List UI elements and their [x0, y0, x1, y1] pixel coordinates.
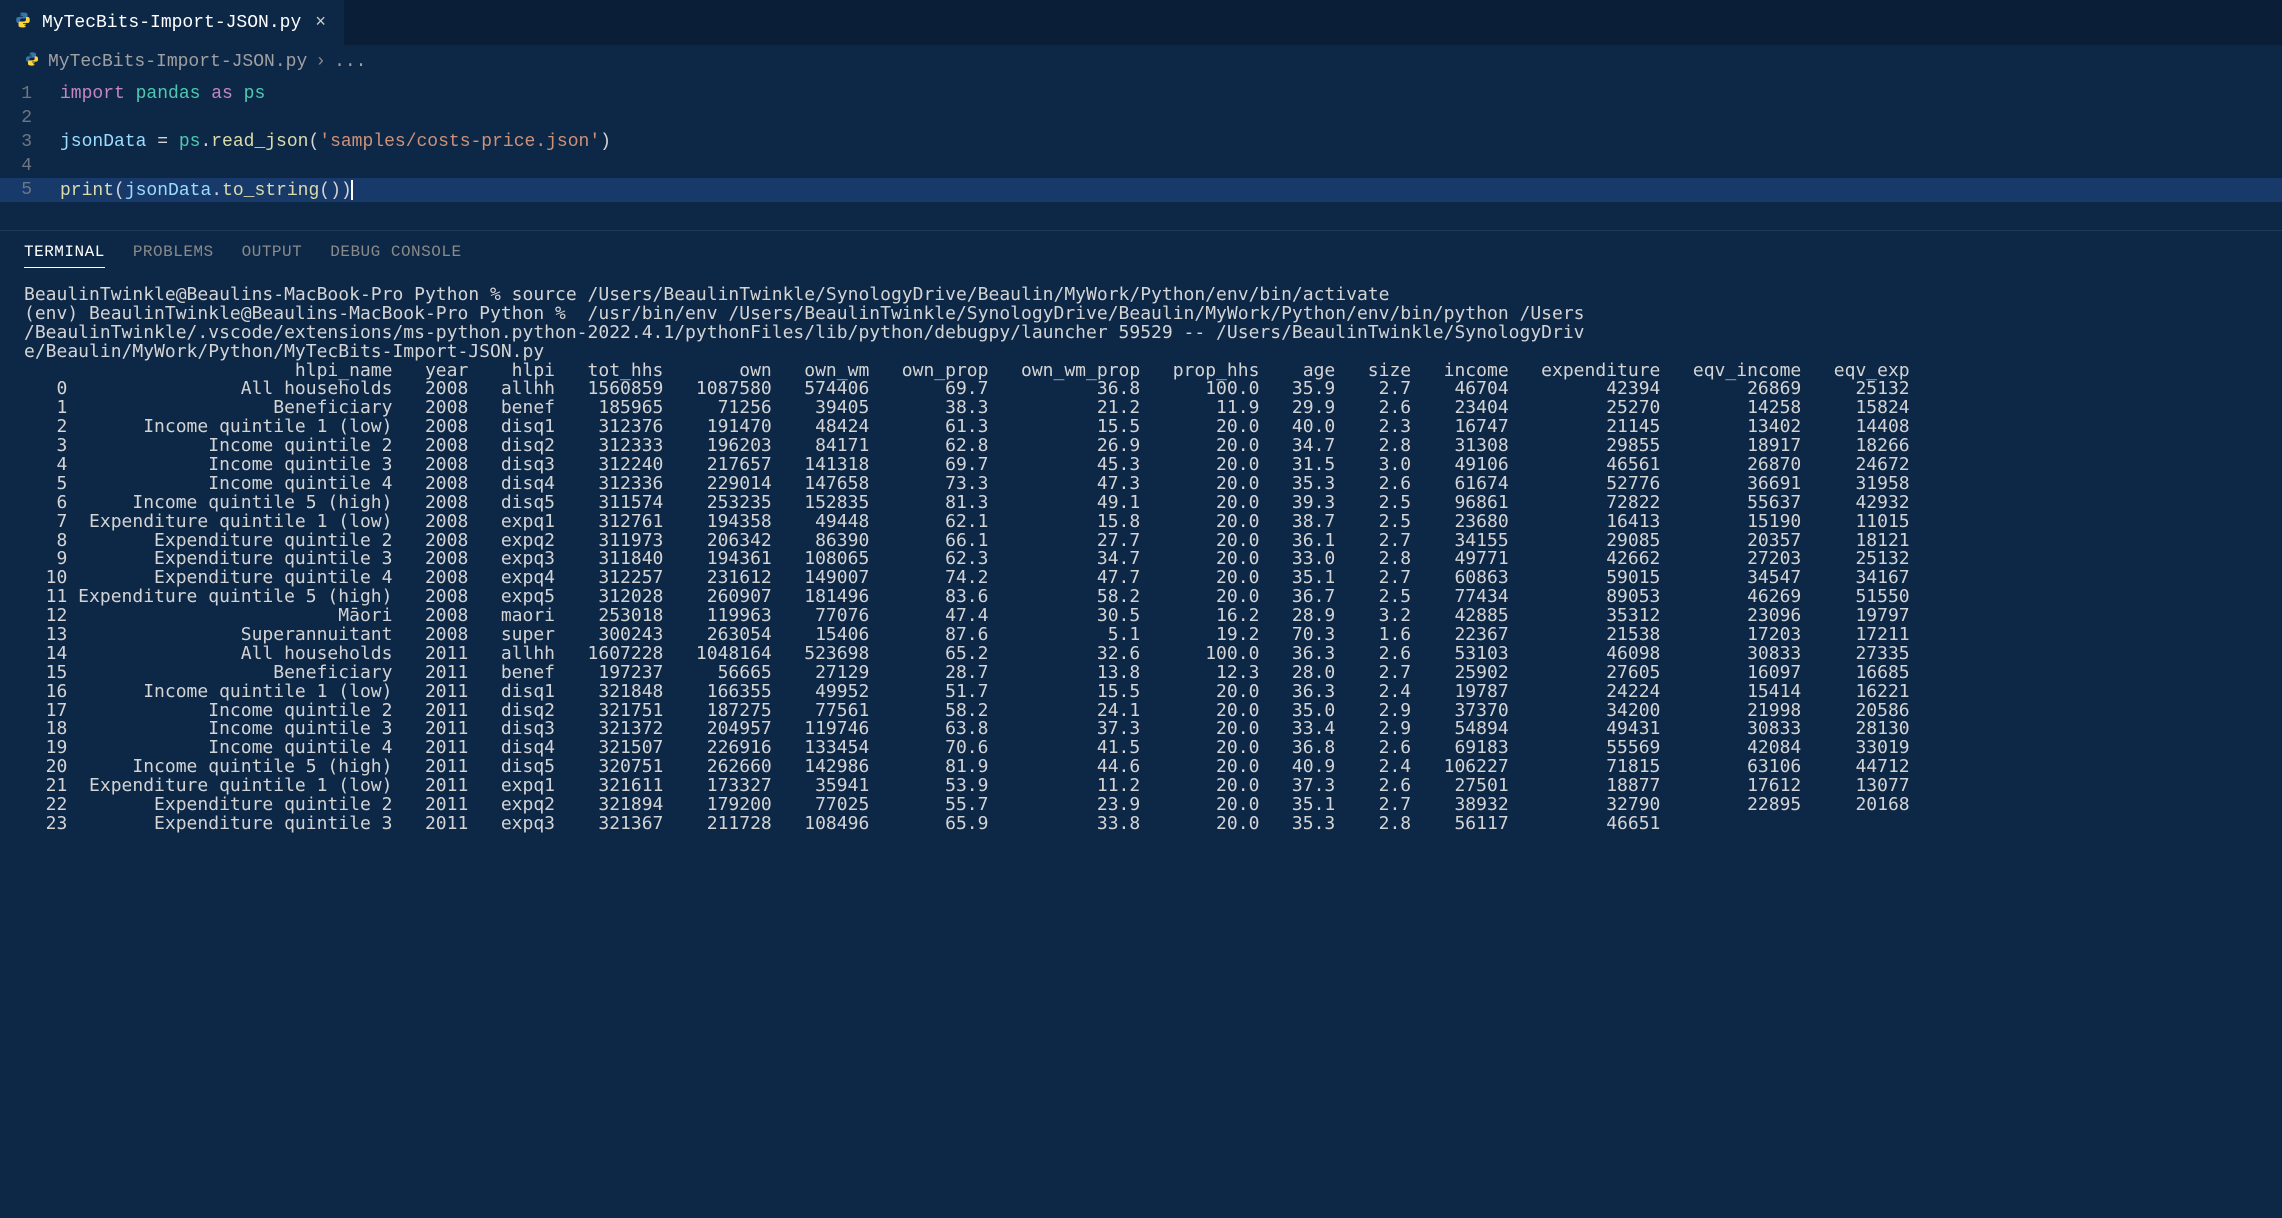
breadcrumb: MyTecBits-Import-JSON.py › ... — [0, 45, 2282, 78]
python-icon — [24, 51, 40, 72]
code-line: 1 import pandas as ps — [0, 82, 2282, 106]
terminal-output[interactable]: BeaulinTwinkle@Beaulins-MacBook-Pro Pyth… — [0, 278, 2282, 842]
breadcrumb-trail[interactable]: ... — [334, 52, 366, 72]
breadcrumb-file[interactable]: MyTecBits-Import-JSON.py — [48, 52, 307, 72]
tab-title: MyTecBits-Import-JSON.py — [42, 13, 301, 33]
code-line: 3 jsonData = ps.read_json('samples/costs… — [0, 130, 2282, 154]
tab-debug-console[interactable]: DEBUG CONSOLE — [330, 243, 461, 268]
close-icon[interactable]: × — [311, 11, 330, 35]
code-editor[interactable]: 1 import pandas as ps 2 3 jsonData = ps.… — [0, 78, 2282, 206]
code-line: 5 print(jsonData.to_string()) — [0, 178, 2282, 202]
python-icon — [14, 11, 32, 35]
chevron-right-icon: › — [315, 52, 326, 72]
tab-output[interactable]: OUTPUT — [242, 243, 303, 268]
code-line: 2 — [0, 106, 2282, 130]
panel-tabs: TERMINAL PROBLEMS OUTPUT DEBUG CONSOLE — [0, 231, 2282, 278]
line-number: 4 — [0, 156, 60, 176]
file-tab[interactable]: MyTecBits-Import-JSON.py × — [0, 0, 344, 45]
line-number: 5 — [0, 180, 60, 200]
text-cursor — [351, 180, 353, 200]
tab-terminal[interactable]: TERMINAL — [24, 243, 105, 268]
line-number: 3 — [0, 132, 60, 152]
tab-problems[interactable]: PROBLEMS — [133, 243, 214, 268]
tab-bar: MyTecBits-Import-JSON.py × — [0, 0, 2282, 45]
line-number: 2 — [0, 108, 60, 128]
code-line: 4 — [0, 154, 2282, 178]
line-number: 1 — [0, 84, 60, 104]
